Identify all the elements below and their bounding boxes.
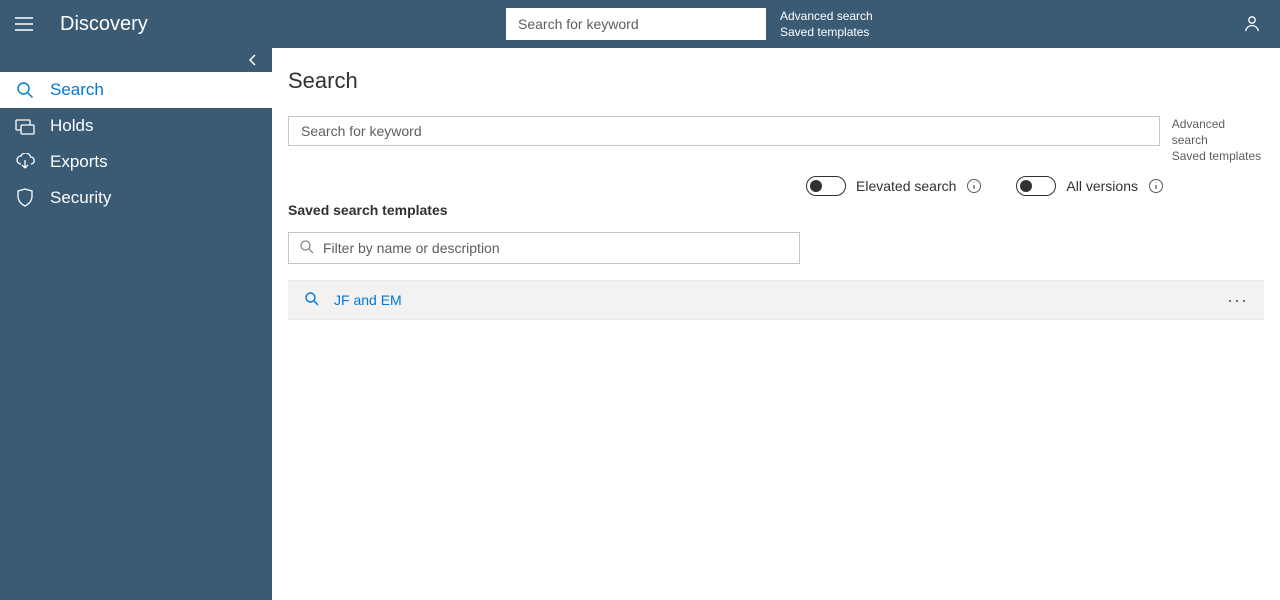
top-bar: Discovery Advanced search Saved template… [0,0,1280,48]
toggle-row: Elevated search All versions [288,176,1164,196]
main-right-links: Advanced search Saved templates [1172,116,1264,164]
shield-icon [14,188,36,208]
info-icon[interactable] [1148,178,1164,194]
search-icon [14,81,36,99]
main-search-row: Advanced search Saved templates [288,116,1264,164]
top-header-links: Advanced search Saved templates [780,8,873,40]
hamburger-icon[interactable] [0,17,48,31]
main-search-input[interactable] [288,116,1160,146]
template-name: JF and EM [334,292,402,308]
sidebar-item-label: Search [50,80,104,100]
info-icon[interactable] [966,178,982,194]
top-search-input[interactable] [506,8,766,40]
saved-templates-heading: Saved search templates [288,202,1264,218]
all-versions-label: All versions [1066,178,1138,194]
elevated-search-toggle[interactable] [806,176,846,196]
sidebar-item-search[interactable]: Search [0,72,272,108]
sidebar-item-label: Exports [50,152,108,172]
all-versions-toggle[interactable] [1016,176,1056,196]
saved-templates-link-top[interactable]: Saved templates [780,24,873,40]
sidebar-item-exports[interactable]: Exports [0,144,272,180]
sidebar-item-holds[interactable]: Holds [0,108,272,144]
search-icon [299,239,315,258]
page-title: Search [288,68,1264,94]
sidebar: Search Holds Exports [0,48,272,600]
holds-icon [14,117,36,135]
filter-input[interactable] [323,240,789,256]
filter-input-wrap[interactable] [288,232,800,264]
sidebar-item-security[interactable]: Security [0,180,272,216]
cloud-download-icon [14,153,36,171]
advanced-search-link[interactable]: Advanced search [1172,116,1264,148]
elevated-search-label: Elevated search [856,178,956,194]
main-content: Search Advanced search Saved templates E… [272,48,1280,600]
search-icon [304,291,320,310]
user-icon[interactable] [1242,13,1262,36]
saved-templates-link[interactable]: Saved templates [1172,148,1264,164]
advanced-search-link-top[interactable]: Advanced search [780,8,873,24]
app-title: Discovery [60,13,148,36]
template-row[interactable]: JF and EM ··· [288,280,1264,320]
sidebar-item-label: Holds [50,116,93,136]
content-row: Search Holds Exports [0,48,1280,600]
more-icon[interactable]: ··· [1227,290,1248,311]
top-search-wrap: Advanced search Saved templates [506,8,873,40]
collapse-sidebar-button[interactable] [0,48,272,72]
sidebar-item-label: Security [50,188,111,208]
